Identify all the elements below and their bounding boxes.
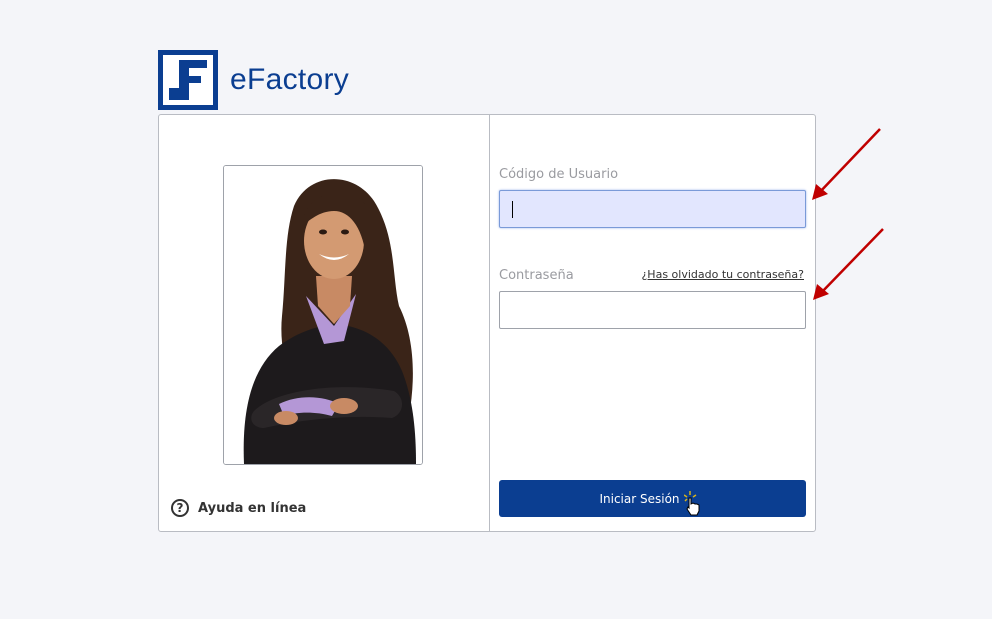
annotation-arrow-icon xyxy=(812,128,881,200)
brand-header: eFactory xyxy=(158,50,349,110)
help-label: Ayuda en línea xyxy=(198,500,307,516)
text-caret xyxy=(512,201,513,218)
card-divider xyxy=(489,115,490,531)
efactory-logo xyxy=(158,50,218,110)
login-button[interactable]: Iniciar Sesión xyxy=(499,480,806,517)
user-photo xyxy=(223,165,423,465)
password-input[interactable] xyxy=(499,291,806,329)
login-page: eFactory ? Ayuda en línea Código de Usua… xyxy=(0,0,992,619)
login-button-label: Iniciar Sesión xyxy=(599,491,680,506)
question-circle-icon: ? xyxy=(171,499,189,517)
woman-portrait-image xyxy=(224,166,422,464)
user-code-label: Código de Usuario xyxy=(499,167,619,182)
user-code-input[interactable] xyxy=(499,190,806,228)
annotation-arrow-icon xyxy=(813,228,884,300)
logo-mark-icon xyxy=(163,55,213,105)
login-card: ? Ayuda en línea Código de Usuario Contr… xyxy=(158,114,816,532)
forgot-password-link[interactable]: ¿Has olvidado tu contraseña? xyxy=(641,268,804,281)
hand-cursor-icon xyxy=(683,490,700,515)
password-label: Contraseña xyxy=(499,268,574,283)
brand-name: eFactory xyxy=(230,63,350,96)
online-help-link[interactable]: ? Ayuda en línea xyxy=(171,499,306,517)
